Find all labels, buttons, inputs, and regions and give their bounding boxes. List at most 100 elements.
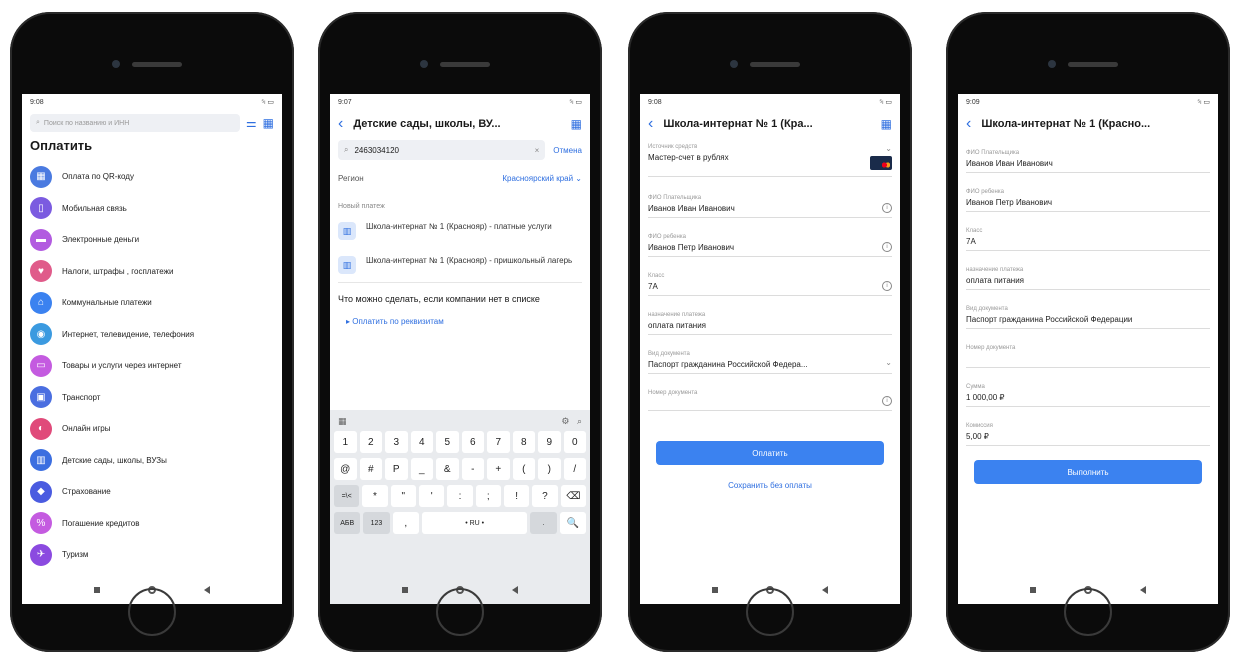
speaker-grille: [440, 62, 490, 67]
keyboard-key[interactable]: _: [410, 458, 433, 480]
document-number-field[interactable]: Номер документа i: [648, 384, 892, 411]
bus-icon: ▣: [30, 386, 52, 409]
category-item[interactable]: ◉ Интернет, телевидение, телефония: [22, 319, 282, 351]
recent-apps-icon[interactable]: [712, 587, 718, 593]
document-type-select[interactable]: Вид документа Паспорт гражданина Российс…: [648, 345, 892, 374]
keyboard-key[interactable]: 0: [563, 431, 586, 453]
keyboard-key[interactable]: 9: [538, 431, 561, 453]
keyboard-key[interactable]: !: [503, 485, 530, 507]
keyboard-key[interactable]: 8: [512, 431, 535, 453]
recent-apps-icon[interactable]: [402, 587, 408, 593]
category-item[interactable]: ✈ Туризм: [22, 539, 282, 571]
category-item[interactable]: ♥ Налоги, штрафы , госплатежи: [22, 256, 282, 288]
keyboard-key[interactable]: =\<: [334, 485, 360, 507]
keyboard-key[interactable]: 2: [359, 431, 382, 453]
keyboard-key[interactable]: АБВ: [334, 512, 361, 534]
category-item[interactable]: ◆ Страхование: [22, 476, 282, 508]
category-item[interactable]: ▭ Товары и услуги через интернет: [22, 350, 282, 382]
keyboard-key[interactable]: +: [487, 458, 510, 480]
keyboard-key[interactable]: ): [538, 458, 561, 480]
back-nav-icon[interactable]: [1140, 586, 1146, 594]
home-button[interactable]: [1064, 588, 1112, 636]
search-input[interactable]: ⌕ Поиск по названию и ИНН: [30, 114, 240, 132]
keyboard-key[interactable]: 1: [334, 431, 357, 453]
recent-apps-icon[interactable]: [1030, 587, 1036, 593]
pay-by-details-label: Оплатить по реквизитам: [352, 317, 444, 326]
info-icon[interactable]: i: [882, 203, 892, 213]
category-item[interactable]: ▯ Мобильная связь: [22, 193, 282, 225]
keyboard-key[interactable]: &: [436, 458, 459, 480]
qr-scan-icon[interactable]: ▦: [571, 118, 582, 130]
result-item[interactable]: ▥ Школа-интернат № 1 (Краснояр) - платны…: [330, 214, 590, 248]
keyboard-key[interactable]: #: [359, 458, 382, 480]
source-of-funds-select[interactable]: Источник средств Мастер-счет в рублях ⌄: [648, 138, 892, 177]
clear-icon[interactable]: ×: [535, 146, 540, 155]
status-time: 9:09: [966, 98, 980, 106]
back-nav-icon[interactable]: [204, 586, 210, 594]
field-label: Класс: [966, 228, 983, 234]
category-item[interactable]: ◐ Онлайн игры: [22, 413, 282, 445]
keyboard-key[interactable]: 7: [487, 431, 510, 453]
qr-scan-icon[interactable]: ▦: [263, 117, 274, 129]
keyboard-key[interactable]: 3: [385, 431, 408, 453]
keyboard-key[interactable]: 🔍: [559, 512, 586, 534]
keyboard-key[interactable]: 4: [410, 431, 433, 453]
info-icon[interactable]: i: [882, 396, 892, 406]
keyboard-key[interactable]: 5: [436, 431, 459, 453]
region-selector[interactable]: Регион Красноярский край ⌄: [330, 162, 590, 195]
payment-purpose-field[interactable]: назначение платежа оплата питания: [648, 306, 892, 335]
info-icon[interactable]: i: [882, 281, 892, 291]
search-input[interactable]: ⌕ 2463034120 ×: [338, 140, 546, 160]
keyboard-key[interactable]: ;: [475, 485, 501, 507]
category-label: Интернет, телевидение, телефония: [62, 329, 195, 339]
category-item[interactable]: % Погашение кредитов: [22, 508, 282, 540]
keyboard-key[interactable]: :: [447, 485, 473, 507]
info-icon[interactable]: i: [882, 242, 892, 252]
save-without-payment-link[interactable]: Сохранить без оплаты: [640, 481, 900, 490]
keyboard-key[interactable]: ': [418, 485, 445, 507]
keyboard-key[interactable]: ,: [392, 512, 419, 534]
cancel-button[interactable]: Отмена: [553, 146, 582, 155]
keyboard-key[interactable]: • RU •: [421, 512, 528, 534]
recent-apps-icon[interactable]: [94, 587, 100, 593]
keyboard-key[interactable]: (: [512, 458, 535, 480]
category-item[interactable]: ▦ Оплата по QR-коду: [22, 161, 282, 193]
keyboard-key[interactable]: *: [362, 485, 388, 507]
category-item[interactable]: ▬ Электронные деньги: [22, 224, 282, 256]
back-arrow-icon[interactable]: ‹: [338, 116, 343, 132]
keyboard-key[interactable]: .: [530, 512, 557, 534]
pay-button[interactable]: Оплатить: [656, 441, 884, 465]
back-arrow-icon[interactable]: ‹: [966, 116, 971, 132]
home-button[interactable]: [128, 588, 176, 636]
filter-icon[interactable]: ⚌: [246, 117, 257, 129]
keyboard-key[interactable]: /: [563, 458, 586, 480]
back-nav-icon[interactable]: [512, 586, 518, 594]
back-nav-icon[interactable]: [822, 586, 828, 594]
camera-icon: [1048, 60, 1056, 68]
execute-button[interactable]: Выполнить: [974, 460, 1202, 484]
keyboard-key[interactable]: @: [334, 458, 357, 480]
keyboard-key[interactable]: P: [385, 458, 408, 480]
keyboard-search-icon[interactable]: ⌕: [577, 416, 582, 426]
qr-scan-icon[interactable]: ▦: [881, 118, 892, 130]
payer-name-field[interactable]: ФИО Плательщика Иванов Иван Иванович i: [648, 189, 892, 218]
keyboard-key[interactable]: ⌫: [560, 485, 586, 507]
category-item[interactable]: ⌂ Коммунальные платежи: [22, 287, 282, 319]
keyboard-settings-icon[interactable]: ⚙: [561, 416, 569, 426]
category-item[interactable]: ▣ Транспорт: [22, 382, 282, 414]
home-button[interactable]: [436, 588, 484, 636]
result-item[interactable]: ▥ Школа-интернат № 1 (Краснояр) - пришко…: [330, 248, 590, 282]
keyboard-key[interactable]: 6: [461, 431, 484, 453]
class-field[interactable]: Класс 7А i: [648, 267, 892, 296]
keyboard-key[interactable]: ?: [532, 485, 558, 507]
keyboard-grid-icon[interactable]: ▦: [338, 416, 347, 427]
keyboard-key[interactable]: ": [390, 485, 416, 507]
keyboard-key[interactable]: 123: [363, 512, 390, 534]
child-name-field[interactable]: ФИО ребенка Иванов Петр Иванович i: [648, 228, 892, 257]
keyboard-key[interactable]: -: [461, 458, 484, 480]
pay-by-details-link[interactable]: ▸ Оплатить по реквизитам: [330, 311, 590, 332]
back-arrow-icon[interactable]: ‹: [648, 116, 653, 132]
category-item[interactable]: ▥ Детские сады, школы, ВУЗы: [22, 445, 282, 477]
home-button[interactable]: [746, 588, 794, 636]
wifi-icon: ◉: [30, 323, 52, 346]
